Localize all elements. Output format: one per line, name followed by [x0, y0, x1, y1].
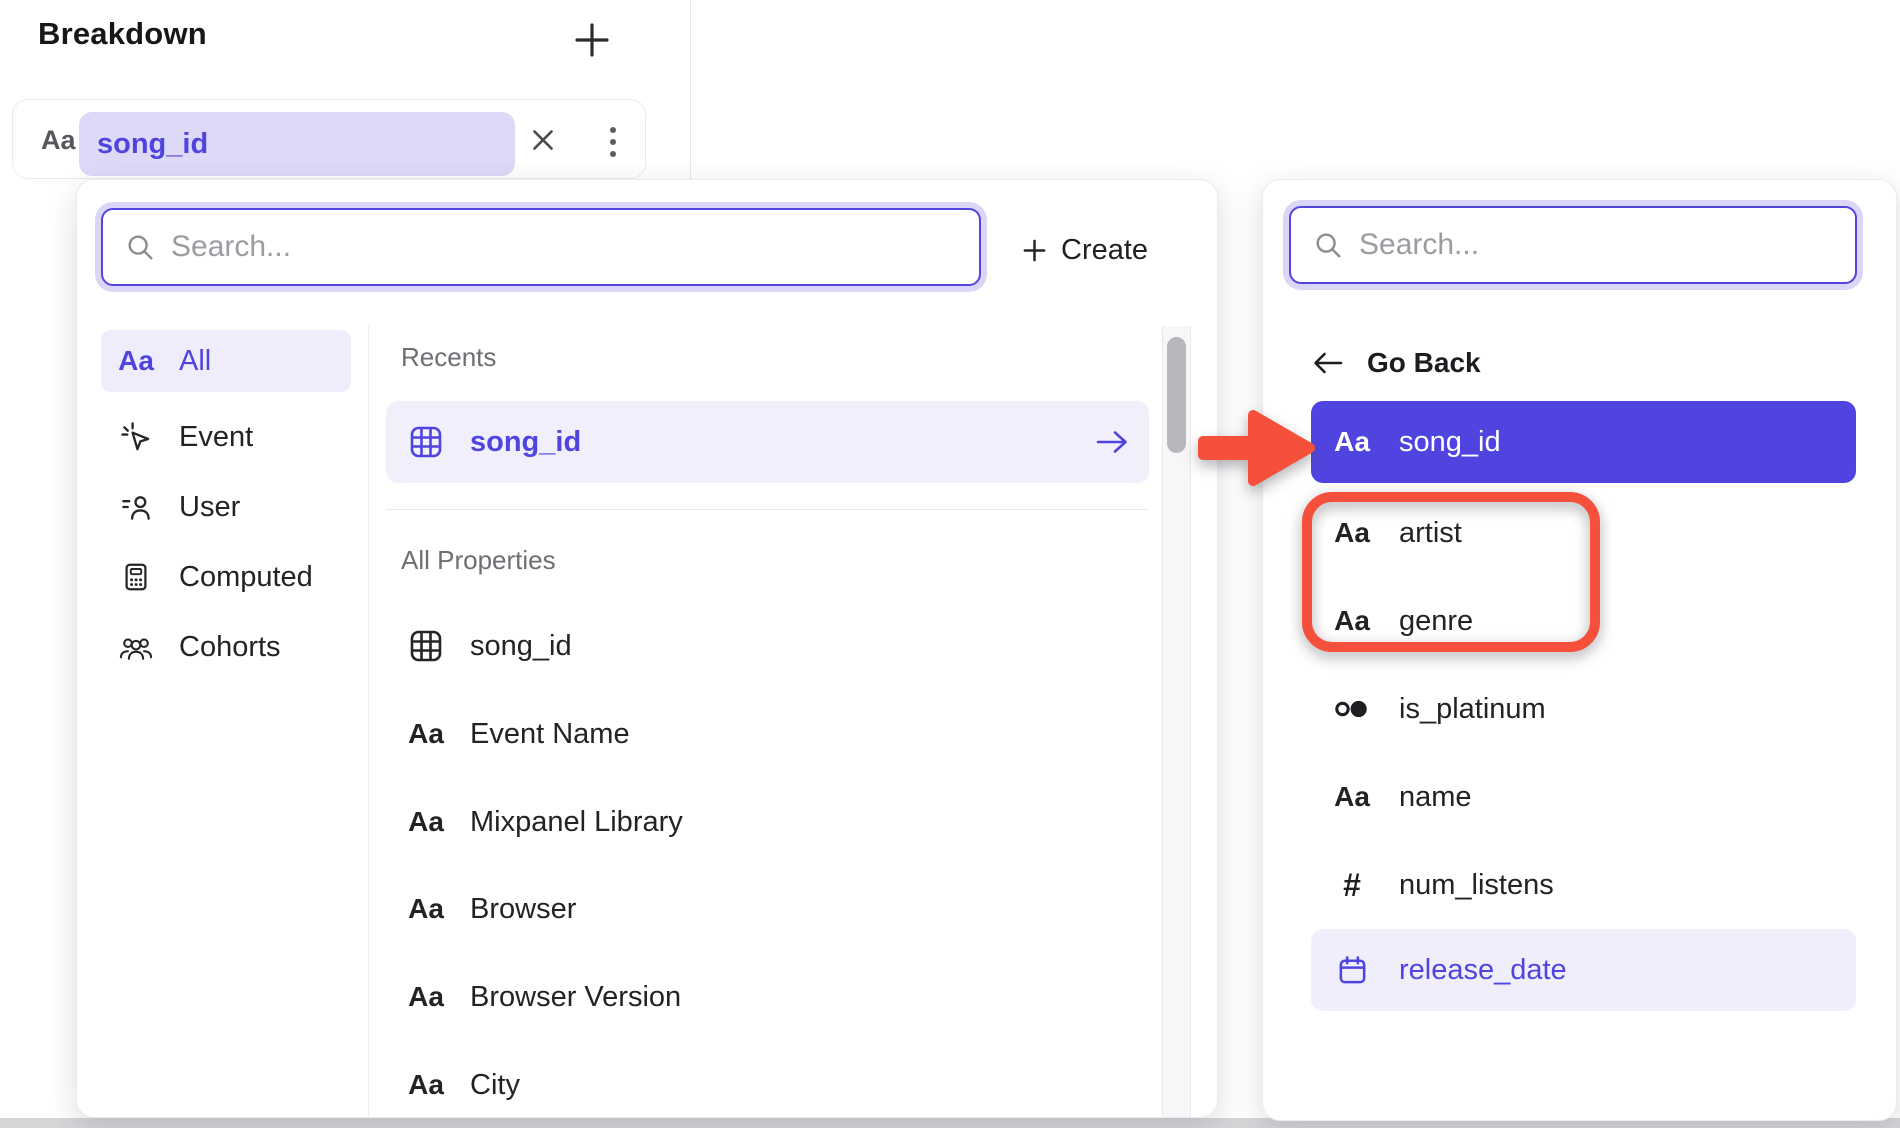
breakdown-chip-value[interactable]: song_id [79, 112, 515, 176]
people-icon [117, 630, 155, 664]
breakdown-options-button[interactable] [599, 120, 627, 164]
create-label: Create [1061, 234, 1148, 267]
text-type-icon: Aa [1331, 781, 1373, 813]
breakdown-chip[interactable]: Aa song_id [12, 99, 646, 179]
sub-property-row-release-date[interactable]: release_date [1311, 929, 1856, 1011]
sub-property-row-genre[interactable]: Aa genre [1311, 580, 1856, 662]
search-icon [125, 232, 155, 262]
category-tab-cohorts[interactable]: Cohorts [101, 616, 351, 678]
recents-heading: Recents [401, 342, 496, 373]
text-type-icon: Aa [404, 981, 448, 1013]
plus-icon [1021, 237, 1048, 264]
sub-property-row-artist[interactable]: Aa artist [1311, 492, 1856, 574]
calculator-icon [117, 561, 155, 593]
property-row-song-id[interactable]: song_id [386, 605, 1149, 687]
text-type-icon: Aa [404, 806, 448, 838]
remove-breakdown-button[interactable] [525, 122, 561, 158]
sub-property-picker-panel: Go Back Aa song_id Aa artist Aa genre is… [1262, 179, 1897, 1121]
table-grid-icon [404, 628, 448, 664]
text-type-icon: Aa [117, 345, 155, 377]
property-row-browser[interactable]: Aa Browser [386, 868, 1149, 950]
plus-icon [572, 20, 612, 60]
text-type-icon: Aa [404, 718, 448, 750]
add-breakdown-button[interactable] [571, 19, 613, 61]
category-tab-event[interactable]: Event [101, 406, 351, 468]
category-tab-all[interactable]: Aa All [101, 330, 351, 392]
back-arrow-icon [1311, 350, 1345, 376]
text-type-icon: Aa [404, 1069, 448, 1101]
sub-property-row-song-id-selected[interactable]: Aa song_id [1311, 401, 1856, 483]
property-row-city[interactable]: Aa City [386, 1044, 1149, 1118]
boolean-icon [1331, 693, 1373, 725]
property-row-mixpanel-library[interactable]: Aa Mixpanel Library [386, 781, 1149, 863]
create-property-button[interactable]: Create [1021, 228, 1148, 272]
text-type-icon: Aa [1331, 605, 1373, 637]
screen: Breakdown Aa song_id Create Aa All [0, 0, 1900, 1128]
text-type-icon: Aa [1331, 426, 1373, 458]
card-edge-divider [690, 0, 691, 179]
sub-property-row-num-listens[interactable]: # num_listens [1311, 844, 1856, 926]
scrollbar-thumb[interactable] [1167, 337, 1186, 453]
text-type-icon: Aa [41, 100, 76, 180]
property-row-event-name[interactable]: Aa Event Name [386, 693, 1149, 775]
sub-property-search-field[interactable] [1289, 206, 1857, 284]
category-tab-user[interactable]: User [101, 476, 351, 538]
sidebar-divider [368, 326, 369, 1117]
sub-property-row-name[interactable]: Aa name [1311, 756, 1856, 838]
all-properties-heading: All Properties [401, 545, 556, 576]
number-type-icon: # [1331, 867, 1373, 904]
search-input[interactable] [171, 230, 979, 264]
category-tab-computed[interactable]: Computed [101, 546, 351, 608]
section-divider [386, 509, 1149, 510]
go-back-button[interactable]: Go Back [1311, 338, 1481, 388]
close-icon [528, 125, 558, 155]
recent-item-song-id[interactable]: song_id [386, 401, 1149, 483]
drill-in-arrow-icon[interactable] [1093, 428, 1133, 456]
property-row-browser-version[interactable]: Aa Browser Version [386, 956, 1149, 1038]
search-input[interactable] [1359, 228, 1855, 262]
calendar-icon [1331, 954, 1373, 987]
property-picker-panel: Create Aa All Event User Computed [76, 179, 1218, 1118]
chip-value-label: song_id [97, 128, 208, 161]
text-type-icon: Aa [404, 893, 448, 925]
event-cursor-icon [117, 421, 155, 454]
text-type-icon: Aa [1331, 517, 1373, 549]
search-icon [1313, 230, 1343, 260]
user-icon [117, 491, 155, 524]
property-search-field[interactable] [101, 208, 981, 286]
table-grid-icon [404, 424, 448, 460]
sub-property-row-is-platinum[interactable]: is_platinum [1311, 668, 1856, 750]
breakdown-section-title: Breakdown [38, 16, 207, 52]
